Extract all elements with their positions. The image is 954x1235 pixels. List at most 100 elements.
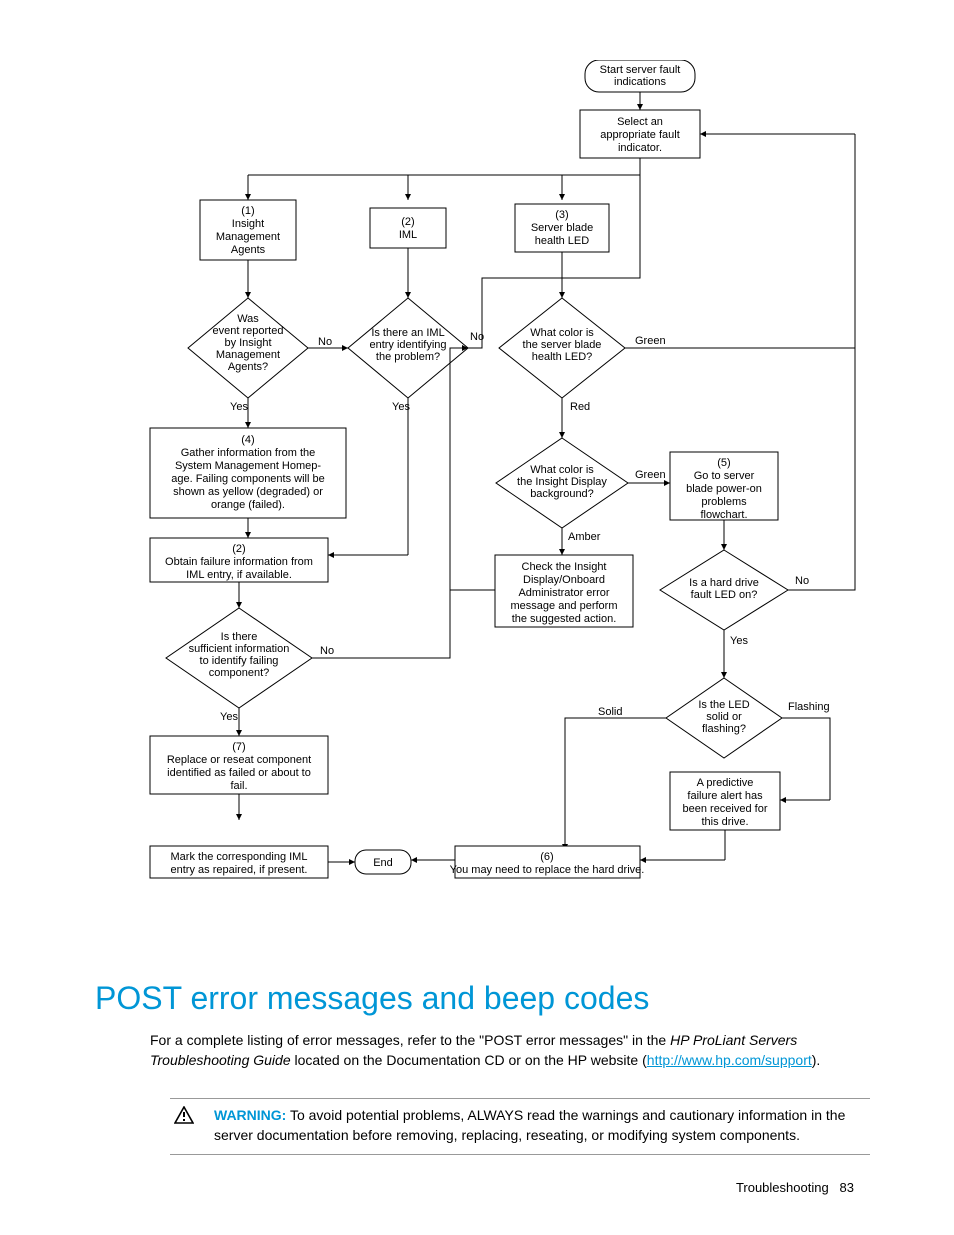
svg-text:entry identifying: entry identifying — [369, 339, 446, 351]
svg-text:health LED: health LED — [535, 235, 589, 247]
node-end: End — [355, 850, 411, 874]
footer-page-number: 83 — [840, 1180, 854, 1195]
decision-solid-flashing: Is the LED solid or flashing? — [666, 678, 782, 758]
svg-text:End: End — [373, 857, 393, 869]
svg-text:been received for: been received for — [683, 803, 768, 815]
svg-text:System Management Homep-: System Management Homep- — [175, 460, 321, 472]
node-2b: (2) Obtain failure information from IML … — [150, 538, 328, 582]
page-footer: Troubleshooting 83 — [736, 1180, 854, 1195]
svg-text:Server blade: Server blade — [531, 222, 593, 234]
svg-text:(4): (4) — [241, 434, 254, 446]
svg-text:Solid: Solid — [598, 706, 622, 718]
svg-text:IML entry, if available.: IML entry, if available. — [186, 569, 292, 581]
decision-hd-led: Is a hard drive fault LED on? — [660, 550, 788, 630]
svg-text:What color is: What color is — [530, 464, 594, 476]
node-4: (4) Gather information from the System M… — [150, 428, 346, 518]
svg-text:Is there: Is there — [221, 631, 258, 643]
page: .box { fill:#fff; stroke:#000; stroke-wi… — [0, 0, 954, 1235]
svg-text:component?: component? — [209, 667, 270, 679]
decision-event-reported: Was event reported by Insight Management… — [188, 298, 308, 398]
svg-text:(7): (7) — [232, 741, 245, 753]
svg-text:entry as repaired, if present.: entry as repaired, if present. — [171, 864, 308, 876]
svg-text:the Insight Display: the Insight Display — [517, 476, 607, 488]
svg-text:appropriate fault: appropriate fault — [600, 129, 680, 141]
warning-label: WARNING: — [214, 1107, 286, 1123]
node-2: (2) IML — [370, 208, 446, 248]
svg-text:(1): (1) — [241, 205, 254, 217]
svg-text:Agents: Agents — [231, 244, 266, 256]
svg-text:this drive.: this drive. — [701, 816, 748, 828]
svg-text:Administrator error: Administrator error — [518, 587, 609, 599]
svg-text:Is the LED: Is the LED — [698, 699, 749, 711]
svg-text:Agents?: Agents? — [228, 361, 268, 373]
decision-sufficient-info: Is there sufficient information to ident… — [166, 608, 312, 708]
decision-health-led: What color is the server blade health LE… — [499, 298, 625, 398]
svg-text:Is there an IML: Is there an IML — [371, 327, 444, 339]
svg-text:solid or: solid or — [706, 711, 742, 723]
svg-text:Flashing: Flashing — [788, 701, 830, 713]
svg-text:(5): (5) — [717, 457, 730, 469]
node-mark-iml: Mark the corresponding IML entry as repa… — [150, 846, 328, 878]
svg-text:background?: background? — [530, 488, 594, 500]
svg-text:Check the Insight: Check the Insight — [522, 561, 607, 573]
svg-text:the suggested action.: the suggested action. — [512, 613, 617, 625]
node-7: (7) Replace or reseat component identifi… — [150, 736, 328, 794]
svg-text:sufficient information: sufficient information — [189, 643, 290, 655]
svg-text:orange (failed).: orange (failed). — [211, 499, 285, 511]
svg-text:Yes: Yes — [220, 711, 238, 723]
svg-text:Insight: Insight — [232, 218, 264, 230]
svg-text:(2): (2) — [232, 543, 245, 555]
flowchart: .box { fill:#fff; stroke:#000; stroke-wi… — [100, 60, 870, 960]
svg-text:Red: Red — [570, 401, 590, 413]
svg-text:No: No — [320, 645, 334, 657]
svg-text:flowchart.: flowchart. — [700, 509, 747, 521]
svg-text:Obtain failure information fro: Obtain failure information from — [165, 556, 313, 568]
svg-text:the problem?: the problem? — [376, 351, 440, 363]
svg-text:identified as failed or about: identified as failed or about to — [167, 767, 311, 779]
svg-text:Go to server: Go to server — [694, 470, 755, 482]
svg-text:Display/Onboard: Display/Onboard — [523, 574, 605, 586]
body-mid: located on the Documentation CD or on th… — [291, 1052, 647, 1068]
support-link[interactable]: http://www.hp.com/support — [647, 1052, 812, 1068]
svg-text:to identify failing: to identify failing — [200, 655, 279, 667]
svg-text:Management: Management — [216, 231, 280, 243]
svg-text:Start server fault: Start server fault — [600, 64, 681, 76]
body-post: ). — [812, 1052, 821, 1068]
svg-text:Mark the corresponding IML: Mark the corresponding IML — [171, 851, 308, 863]
svg-text:A predictive: A predictive — [697, 777, 754, 789]
svg-text:Select an: Select an — [617, 116, 663, 128]
svg-text:health LED?: health LED? — [532, 351, 593, 363]
svg-text:Gather information from the: Gather information from the — [181, 447, 316, 459]
svg-text:No: No — [318, 336, 332, 348]
node-check-insight: Check the Insight Display/Onboard Admini… — [495, 555, 633, 627]
svg-text:You may need to replace the ha: You may need to replace the hard drive. — [450, 864, 645, 876]
svg-text:Yes: Yes — [230, 401, 248, 413]
warning-text: To avoid potential problems, ALWAYS read… — [214, 1107, 845, 1143]
svg-text:failure alert has: failure alert has — [687, 790, 763, 802]
svg-text:No: No — [795, 575, 809, 587]
body-paragraph: For a complete listing of error messages… — [150, 1030, 850, 1071]
node-6: (6) You may need to replace the hard dri… — [450, 846, 645, 878]
node-predictive: A predictive failure alert has been rece… — [670, 772, 780, 830]
body-pre: For a complete listing of error messages… — [150, 1032, 670, 1048]
decision-insight-bg: What color is the Insight Display backgr… — [496, 438, 628, 528]
svg-text:Green: Green — [635, 469, 666, 481]
node-1: (1) Insight Management Agents — [200, 200, 296, 260]
svg-text:Was: Was — [237, 313, 259, 325]
svg-text:fail.: fail. — [230, 780, 247, 792]
svg-text:Yes: Yes — [730, 635, 748, 647]
svg-text:age. Failing components will b: age. Failing components will be — [171, 473, 324, 485]
svg-text:message and perform: message and perform — [511, 600, 618, 612]
svg-text:Green: Green — [635, 335, 666, 347]
warning-block: WARNING: To avoid potential problems, AL… — [170, 1098, 870, 1155]
svg-text:by Insight: by Insight — [224, 337, 271, 349]
svg-text:(3): (3) — [555, 209, 568, 221]
svg-text:Amber: Amber — [568, 531, 601, 543]
svg-text:(6): (6) — [540, 851, 553, 863]
svg-text:the server blade: the server blade — [523, 339, 602, 351]
svg-text:indicator.: indicator. — [618, 142, 662, 154]
svg-text:event reported: event reported — [213, 325, 284, 337]
svg-text:blade power-on: blade power-on — [686, 483, 762, 495]
svg-text:problems: problems — [701, 496, 747, 508]
svg-text:Management: Management — [216, 349, 280, 361]
